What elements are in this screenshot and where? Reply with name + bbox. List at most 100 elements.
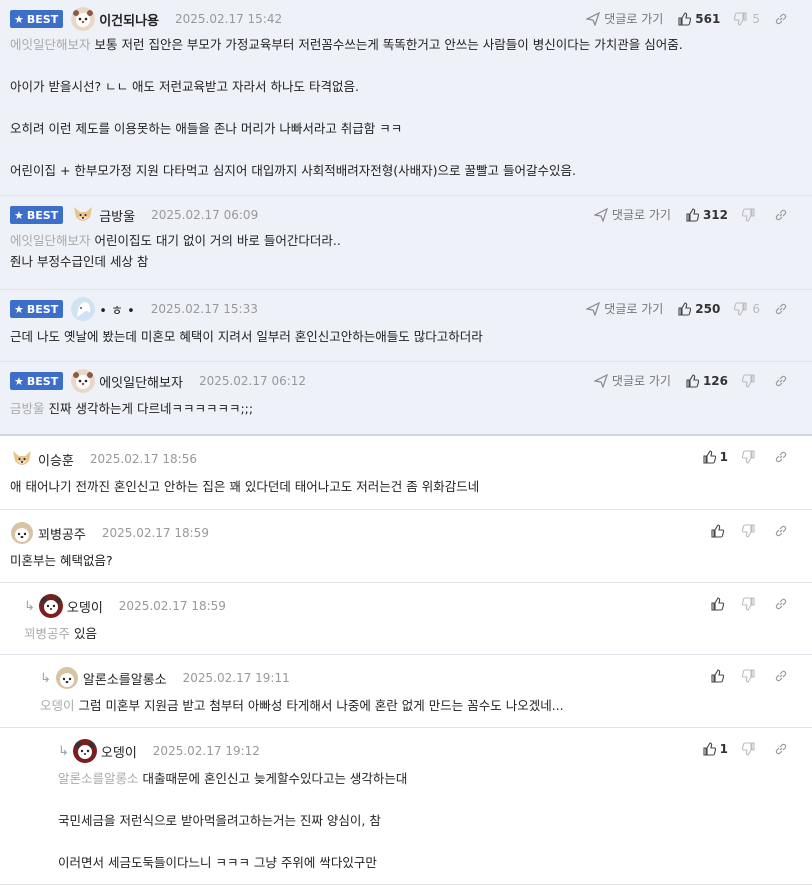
share-link-button[interactable] (774, 208, 792, 222)
downvote-button[interactable] (742, 450, 760, 464)
comment-actions: 댓글로 가기 250 6 (572, 300, 792, 317)
comment-header: ★ BEST • ㅎ • 2025.02.17 15:33 댓글로 가기 250 … (10, 297, 802, 321)
downvote-button[interactable] (742, 742, 760, 756)
comment-header: 이승훈 2025.02.17 18:56 1 (10, 448, 802, 470)
downvote-count: 5 (752, 11, 760, 26)
comment-author[interactable]: 오뎅이 (101, 742, 137, 761)
best-badge: ★ BEST (10, 10, 64, 28)
upvote-button[interactable] (710, 524, 728, 538)
share-link-button[interactable] (774, 374, 792, 388)
downvote-button[interactable]: 6 (734, 302, 760, 316)
share-link-button[interactable] (774, 597, 792, 611)
comment-author[interactable]: 금방울 (99, 206, 135, 225)
downvote-button[interactable] (742, 373, 760, 388)
thumbs-up-icon (703, 742, 716, 756)
comment-date: 2025.02.17 18:59 (118, 599, 226, 613)
share-link-button[interactable] (774, 450, 792, 464)
comment-author[interactable]: • ㅎ • (99, 300, 135, 319)
comment-actions (696, 597, 792, 611)
comment-body: 애 태어나기 전까진 혼인신고 안하는 집은 꽤 있다던데 태어나고도 저러는건… (10, 476, 802, 507)
star-icon: ★ (14, 302, 24, 316)
comment-author[interactable]: 이건되나용 (99, 10, 159, 29)
upvote-button[interactable] (710, 669, 728, 683)
reply-target[interactable]: 알론소를알롱소 (58, 771, 139, 786)
reply-target[interactable]: 금방울 (10, 401, 45, 416)
avatar[interactable] (10, 521, 34, 545)
thumbs-up-icon (686, 373, 699, 388)
reply-target[interactable]: 에잇일단해보자 (10, 233, 91, 248)
downvote-button[interactable] (742, 669, 760, 683)
upvote-button[interactable]: 1 (702, 742, 728, 756)
go-to-reply-link[interactable]: 댓글로 가기 (593, 372, 671, 389)
thumbs-down-icon (742, 669, 755, 683)
upvote-count: 561 (695, 11, 721, 26)
upvote-button[interactable]: 1 (702, 450, 728, 464)
comment-header: ↳ 오뎅이 2025.02.17 18:59 (24, 594, 802, 618)
link-icon (775, 13, 787, 24)
reply-target[interactable]: 오뎅이 (40, 698, 75, 713)
comment-text: 근데 나도 옛날에 봤는데 미혼모 혜택이 지려서 일부러 혼인신고안하는애들도… (10, 329, 483, 344)
go-to-reply-link[interactable]: 댓글로 가기 (586, 300, 663, 317)
comment-item: ★ BEST 금방울 2025.02.17 06:09 댓글로 가기 312 에잇… (0, 196, 812, 290)
reply-target[interactable]: 에잇일단해보자 (10, 37, 91, 52)
avatar[interactable] (71, 297, 96, 321)
reply-target[interactable]: 꾀병공주 (24, 626, 70, 641)
go-to-reply-link[interactable]: 댓글로 가기 (586, 10, 663, 27)
upvote-count: 312 (702, 207, 728, 222)
downvote-button[interactable]: 5 (734, 12, 760, 26)
upvote-button[interactable] (710, 597, 728, 611)
comment-author[interactable]: 꾀병공주 (38, 524, 86, 543)
upvote-button[interactable]: 312 (685, 208, 728, 222)
comment-header: ↳ 알론소를알롱소 2025.02.17 19:11 (40, 667, 802, 689)
avatar[interactable] (55, 666, 79, 690)
avatar[interactable] (72, 739, 97, 763)
share-link-button[interactable] (774, 669, 792, 683)
link-icon (775, 451, 787, 463)
best-badge: ★ BEST (10, 206, 64, 224)
downvote-button[interactable] (742, 524, 760, 538)
comment-date: 2025.02.17 15:33 (150, 302, 258, 316)
share-link-button[interactable] (774, 302, 792, 316)
upvote-count: 250 (695, 301, 721, 316)
share-link-button[interactable] (774, 524, 792, 538)
avatar[interactable] (38, 594, 63, 618)
reply-arrow-icon: ↳ (24, 598, 35, 614)
comment-author[interactable]: 이승훈 (38, 450, 74, 469)
share-link-button[interactable] (774, 742, 792, 756)
thumbs-up-icon (711, 524, 724, 538)
thumbs-down-icon (742, 597, 755, 611)
comment-body: 미혼부는 혜택없음? (10, 550, 802, 581)
thumbs-down-icon (742, 742, 755, 756)
avatar[interactable] (71, 369, 96, 393)
link-icon (775, 375, 787, 386)
downvote-button[interactable] (742, 597, 760, 611)
share-link-button[interactable] (774, 12, 792, 26)
upvote-button[interactable]: 126 (685, 374, 728, 388)
comment-actions: 1 (688, 742, 792, 756)
avatar[interactable] (10, 447, 34, 471)
comment-author[interactable]: 알론소를알롱소 (83, 669, 167, 688)
go-to-reply-link[interactable]: 댓글로 가기 (593, 206, 671, 223)
comment-header: 꾀병공주 2025.02.17 18:59 (10, 522, 802, 544)
upvote-button[interactable]: 250 (677, 302, 720, 316)
comment-header: ★ BEST 금방울 2025.02.17 06:09 댓글로 가기 312 (10, 204, 802, 226)
send-icon (586, 301, 601, 316)
comment-actions: 댓글로 가기 126 (580, 372, 792, 389)
link-icon (775, 598, 787, 610)
comment-date: 2025.02.17 18:59 (101, 526, 209, 540)
reply-arrow-icon: ↳ (58, 743, 69, 759)
comment-item: ★ BEST 이건되나용 2025.02.17 15:42 댓글로 가기 561 … (0, 0, 812, 196)
comment-author[interactable]: 에잇일단해보자 (99, 372, 183, 391)
comment-text: 그럼 미혼부 지원금 받고 첨부터 아빠성 타게해서 나중에 혼란 없게 만드는… (78, 698, 564, 713)
comment-text: 진짜 생각하는게 다르네ㅋㅋㅋㅋㅋㅋ;;; (48, 401, 254, 416)
star-icon: ★ (14, 12, 24, 26)
upvote-button[interactable]: 561 (677, 12, 720, 26)
downvote-button[interactable] (742, 207, 760, 222)
thumbs-up-icon (711, 597, 724, 611)
comment-body: 알론소를알롱소 대출때문에 혼인신고 늦게할수있다고는 생각하는대 국민세금을 저… (58, 768, 802, 883)
downvote-count: 6 (752, 301, 760, 316)
avatar[interactable] (71, 7, 96, 31)
comment-author[interactable]: 오뎅이 (67, 597, 103, 616)
avatar[interactable] (71, 203, 95, 227)
comment-actions: 댓글로 가기 561 5 (572, 10, 792, 27)
